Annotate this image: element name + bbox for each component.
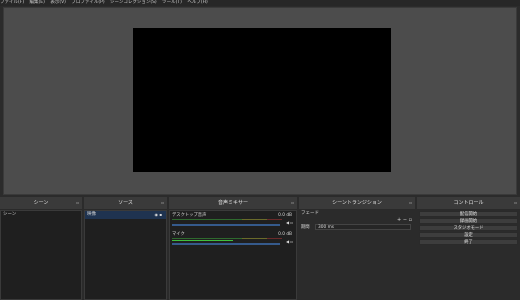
sources-list[interactable]: 映像 ◉ ▪ (84, 210, 167, 300)
preview-area (3, 7, 517, 195)
menu-help[interactable]: ヘルプ(H) (187, 0, 207, 5)
duration-row: 期間 300 ms (301, 224, 413, 231)
menu-edit[interactable]: 編集(E) (30, 0, 45, 5)
menu-view[interactable]: 表示(V) (50, 0, 66, 5)
mixer-channel-mic: マイク 0.0 dB ◀ ▫ (170, 230, 296, 249)
volume-meter (172, 219, 282, 223)
dock-float-icon[interactable]: ▫ (291, 197, 294, 209)
scenes-dock: シーン ▫ シーン (0, 197, 82, 300)
volume-slider[interactable] (172, 243, 280, 245)
volume-meter (172, 238, 282, 242)
sources-dock: ソース ▫ 映像 ◉ ▪ (84, 197, 167, 300)
transitions-dock: シーントランジション ▫ フェード + − ▫ 期間 300 ms (299, 197, 415, 300)
add-transition-button[interactable]: + (397, 217, 401, 223)
channel-name: マイク (172, 232, 185, 237)
dock-float-icon[interactable]: ▫ (409, 197, 412, 209)
mixer-title-text: 音声ミキサー (217, 200, 248, 206)
mixer-dock-title: 音声ミキサー ▫ (169, 197, 297, 210)
transition-select[interactable]: フェード (299, 210, 415, 217)
gear-icon[interactable]: ▫ (409, 217, 412, 223)
scene-item[interactable]: シーン (1, 211, 81, 219)
controls-panel: 配信開始 録画開始 スタジオモード 設定 終了 (417, 210, 520, 300)
scenes-title-text: シーン (33, 200, 49, 206)
controls-dock: コントロール ▫ 配信開始 録画開始 スタジオモード 設定 終了 (417, 197, 520, 300)
scenes-list[interactable]: シーン (0, 210, 82, 300)
mixer-channel-desktop: デスクトップ音声 0.0 dB ◀ ▫ (170, 211, 296, 230)
transition-tools: + − ▫ (397, 217, 412, 223)
menu-file[interactable]: ファイル(F) (0, 0, 24, 5)
menu-profile[interactable]: プロファイル(P) (71, 0, 104, 5)
mute-icon[interactable]: ◀ ▫ (286, 239, 293, 244)
scenes-dock-title: シーン ▫ (0, 197, 82, 210)
duration-label: 期間 (301, 225, 310, 230)
mixer-dock: 音声ミキサー ▫ デスクトップ音声 0.0 dB ◀ ▫ マイク 0.0 dB (169, 197, 297, 300)
preview-canvas[interactable] (133, 28, 391, 172)
source-item-label: 映像 (87, 212, 96, 217)
visibility-icon[interactable]: ◉ ▪ (155, 211, 162, 219)
transitions-dock-title: シーントランジション ▫ (299, 197, 415, 210)
remove-transition-button[interactable]: − (403, 217, 407, 223)
sources-title-text: ソース (118, 200, 133, 206)
meter-level (172, 240, 233, 241)
channel-name: デスクトップ音声 (172, 213, 207, 218)
menu-scene-collection[interactable]: シーンコレクション(S) (110, 0, 157, 5)
controls-dock-title: コントロール ▫ (417, 197, 520, 210)
dock-area: シーン ▫ シーン ソース ▫ 映像 ◉ ▪ 音声ミキサー ▫ デスクトップ音声… (0, 197, 520, 300)
exit-button[interactable]: 終了 (419, 239, 518, 245)
mixer-panel: デスクトップ音声 0.0 dB ◀ ▫ マイク 0.0 dB ◀ ▫ (169, 210, 297, 300)
transitions-panel: フェード + − ▫ 期間 300 ms (299, 210, 415, 300)
duration-input[interactable]: 300 ms (315, 224, 411, 230)
channel-db: 0.0 dB (278, 213, 292, 218)
studio-mode-button[interactable]: スタジオモード (419, 225, 518, 231)
transitions-title-text: シーントランジション (332, 200, 382, 206)
menu-tools[interactable]: ツール(T) (162, 0, 182, 5)
start-recording-button[interactable]: 録画開始 (419, 218, 518, 224)
dock-float-icon[interactable]: ▫ (514, 197, 517, 209)
settings-button[interactable]: 設定 (419, 232, 518, 238)
dock-float-icon[interactable]: ▫ (76, 197, 79, 209)
start-streaming-button[interactable]: 配信開始 (419, 211, 518, 217)
menu-bar: ファイル(F) 編集(E) 表示(V) プロファイル(P) シーンコレクション(… (0, 0, 520, 6)
controls-title-text: コントロール (453, 200, 484, 206)
mute-icon[interactable]: ◀ ▫ (286, 220, 293, 225)
channel-db: 0.0 dB (278, 232, 292, 237)
sources-dock-title: ソース ▫ (84, 197, 167, 210)
dock-float-icon[interactable]: ▫ (161, 197, 164, 209)
volume-slider[interactable] (172, 224, 280, 226)
source-item[interactable]: 映像 ◉ ▪ (85, 211, 166, 219)
